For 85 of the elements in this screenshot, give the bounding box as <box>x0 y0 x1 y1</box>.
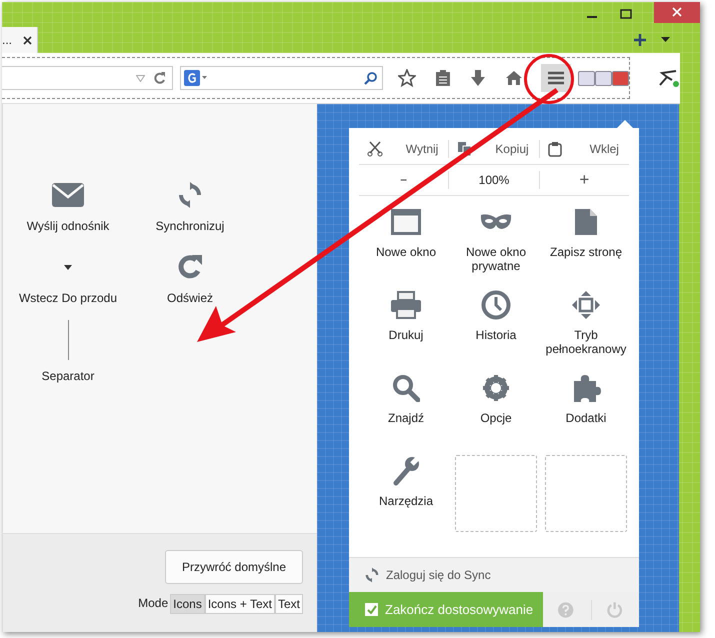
palette-item-label: Wstecz Do przodu <box>18 291 118 305</box>
menu-item[interactable]: Opcje <box>451 372 541 455</box>
palette-item[interactable]: Synchronizuj <box>130 180 250 252</box>
palette-item-label: Synchronizuj <box>156 219 224 233</box>
menu-item-label: Zapisz stronę <box>550 245 622 259</box>
printer-icon <box>390 291 422 319</box>
edit-button[interactable]: Wytnij <box>359 141 448 157</box>
runner-icon[interactable] <box>658 68 680 88</box>
maximize-icon[interactable] <box>620 9 632 19</box>
home-icon[interactable] <box>505 70 524 86</box>
wrench-icon <box>392 456 420 486</box>
window-icon <box>391 209 421 235</box>
menu-item[interactable]: Zapisz stronę <box>541 206 631 289</box>
sync-label: Zaloguj się do Sync <box>386 568 491 582</box>
tab-title: ... <box>2 33 12 47</box>
palette-item[interactable]: Wstecz Do przodu <box>6 252 130 324</box>
menu-item[interactable]: Historia <box>451 289 541 372</box>
mode-option[interactable]: Icons <box>170 594 205 614</box>
clipboard-list-icon[interactable] <box>435 69 452 87</box>
sync-icon <box>364 567 380 583</box>
palette-item-label: Odśwież <box>166 291 213 305</box>
menu-item-label: Drukuj <box>388 328 424 342</box>
fullscreen-arrows-icon <box>572 291 600 319</box>
browser-tab[interactable]: ... <box>2 27 38 53</box>
search-icon[interactable] <box>364 72 378 84</box>
menu-item-label: Tryb pełnoekranowy <box>544 328 628 356</box>
address-field[interactable] <box>2 66 174 90</box>
clipboard-icon <box>548 141 562 157</box>
download-arrow-icon[interactable] <box>470 69 486 87</box>
menu-item-label: Znajdź <box>388 411 424 425</box>
menu-item-label: Narzędzia <box>378 494 434 508</box>
edit-label: Wklej <box>590 142 619 156</box>
search-icon <box>392 374 420 402</box>
zoom-in-button[interactable]: + <box>540 169 629 191</box>
envelope-icon <box>52 183 84 207</box>
zoom-out-button[interactable]: − <box>359 172 448 188</box>
menu-button[interactable] <box>541 64 572 92</box>
palette-item[interactable]: Wyślij odnośnik <box>6 180 130 252</box>
sync-row[interactable]: Zaloguj się do Sync <box>349 557 639 592</box>
gear-icon <box>482 374 510 402</box>
close-icon[interactable] <box>23 36 32 44</box>
mode-label: Mode <box>138 595 170 612</box>
new-tab-plus-icon[interactable] <box>634 34 646 46</box>
caret-icon[interactable] <box>661 37 670 42</box>
edit-label: Kopiuj <box>495 142 529 156</box>
menu-item[interactable]: Nowe okno <box>361 206 451 289</box>
zoom-reset-button[interactable]: 100% <box>449 172 539 188</box>
search-field[interactable] <box>180 66 384 90</box>
search-engine-icon[interactable] <box>184 70 208 86</box>
palette-item-label: Separator <box>42 369 94 383</box>
menu-item-label: Opcje <box>480 411 512 425</box>
dropdown-caret-icon <box>64 264 72 270</box>
edit-button[interactable]: Wklej <box>540 141 629 157</box>
palette-item-label: Wyślij odnośnik <box>26 219 110 233</box>
menu-item[interactable]: Dodatki <box>541 372 631 455</box>
mask-icon <box>480 213 512 231</box>
palette-item[interactable]: Odśwież <box>130 252 250 324</box>
sync-icon <box>176 181 204 209</box>
highlight-circle <box>523 53 575 105</box>
menu-item[interactable]: Narzędzia <box>361 455 451 538</box>
menu-item[interactable]: Tryb pełnoekranowy <box>541 289 631 372</box>
scissors-icon <box>367 141 383 157</box>
close-button[interactable] <box>654 2 700 23</box>
document-icon <box>574 208 598 236</box>
clock-icon <box>481 290 511 320</box>
close-icon <box>672 7 682 17</box>
menu-item-label: Historia <box>476 328 516 342</box>
mode-option[interactable]: Icons + Text <box>204 594 275 614</box>
menu-item[interactable]: Drukuj <box>361 289 451 372</box>
reload-icon[interactable] <box>154 72 166 84</box>
menu-icon <box>547 71 566 85</box>
menu-item[interactable]: Nowe okno prywatne <box>451 206 541 289</box>
finish-label: Zakończ dostosowywanie <box>385 602 534 617</box>
star-icon[interactable] <box>398 69 416 87</box>
menu-item-label: Nowe okno <box>376 245 436 259</box>
menu-item[interactable]: Znajdź <box>361 372 451 455</box>
reload-icon <box>176 253 204 281</box>
menu-item-label: Dodatki <box>566 411 606 425</box>
menu-item-label: Nowe okno prywatne <box>464 245 528 273</box>
puzzle-piece-icon <box>571 373 601 403</box>
mode-option[interactable]: Text <box>274 594 303 614</box>
palette-item[interactable]: Separator <box>6 324 130 396</box>
window-controls-drawing <box>578 70 630 86</box>
restore-defaults-button[interactable]: Przywróć domyślne <box>164 550 303 584</box>
edit-label: Wytnij <box>406 142 438 156</box>
